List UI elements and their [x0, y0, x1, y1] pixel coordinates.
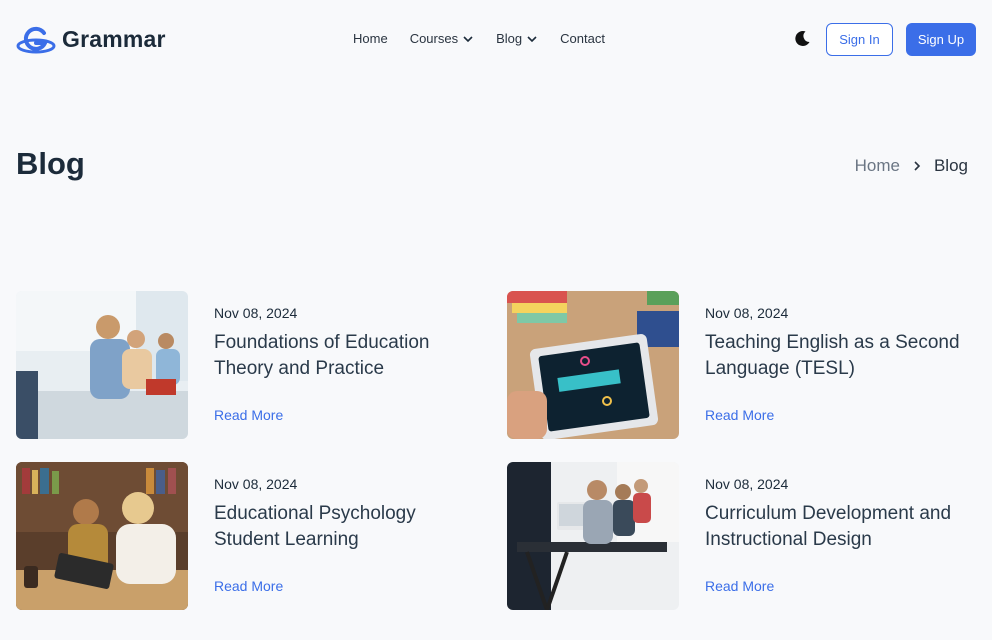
blog-card: Nov 08, 2024 Foundations of Education Th… — [16, 291, 486, 439]
read-more-link[interactable]: Read More — [705, 578, 774, 594]
page-title: Blog — [16, 146, 85, 181]
read-more-link[interactable]: Read More — [705, 407, 774, 423]
brand-name: Grammar — [62, 25, 166, 52]
post-image-classroom[interactable] — [16, 291, 188, 439]
breadcrumb-home-link[interactable]: Home — [855, 156, 900, 176]
blog-card: Nov 08, 2024 Teaching English as a Secon… — [507, 291, 977, 439]
post-title[interactable]: Teaching English as a Second Language (T… — [705, 330, 975, 382]
post-title[interactable]: Foundations of Education Theory and Prac… — [214, 330, 484, 382]
sign-in-button[interactable]: Sign In — [826, 23, 893, 56]
post-date: Nov 08, 2024 — [214, 476, 298, 492]
sign-up-button[interactable]: Sign Up — [906, 23, 976, 56]
post-date: Nov 08, 2024 — [705, 476, 789, 492]
blog-card: Nov 08, 2024 Educational Psychology Stud… — [16, 462, 486, 610]
nav-contact-label: Contact — [560, 31, 605, 46]
chevron-down-icon — [527, 35, 537, 42]
site-header: Grammar Home Courses Blog Contact Sign I… — [0, 0, 992, 80]
nav-home-label: Home — [353, 31, 388, 46]
blog-card: Nov 08, 2024 Curriculum Development and … — [507, 462, 977, 610]
post-date: Nov 08, 2024 — [705, 305, 789, 321]
post-image-lecture-hall[interactable] — [507, 462, 679, 610]
post-title[interactable]: Curriculum Development and Instructional… — [705, 501, 975, 553]
read-more-link[interactable]: Read More — [214, 578, 283, 594]
post-date: Nov 08, 2024 — [214, 305, 298, 321]
logo-icon — [16, 26, 56, 54]
chevron-down-icon — [463, 35, 473, 42]
read-more-link[interactable]: Read More — [214, 407, 283, 423]
brand-logo[interactable]: Grammar — [16, 24, 166, 54]
breadcrumb: Home Blog — [855, 156, 968, 176]
moon-icon[interactable] — [793, 30, 811, 48]
nav-blog-label: Blog — [496, 31, 523, 46]
chevron-right-icon — [914, 161, 921, 171]
nav-courses-label: Courses — [409, 31, 459, 46]
post-image-elearning-tablet[interactable] — [507, 291, 679, 439]
post-image-library-students[interactable] — [16, 462, 188, 610]
nav-contact[interactable]: Contact — [560, 31, 605, 46]
post-title[interactable]: Educational Psychology Student Learning — [214, 501, 484, 553]
nav-blog[interactable]: Blog — [496, 31, 538, 46]
nav-courses[interactable]: Courses — [410, 31, 474, 46]
breadcrumb-current: Blog — [933, 156, 968, 175]
main-nav: Home Courses Blog Contact — [353, 31, 627, 46]
nav-home[interactable]: Home — [353, 31, 388, 46]
